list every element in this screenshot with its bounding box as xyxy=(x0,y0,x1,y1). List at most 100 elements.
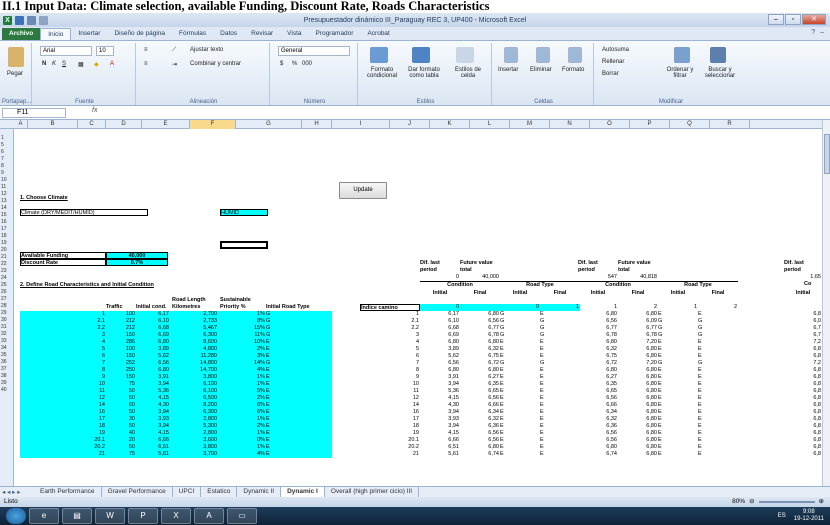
sheet-tab[interactable]: Gravel Performance xyxy=(102,487,173,497)
row-header[interactable]: 23 xyxy=(0,268,14,275)
table-cell-i1[interactable]: 6,10 xyxy=(420,318,460,325)
table-cell-t4[interactable]: G xyxy=(698,325,738,332)
row-header[interactable]: 34 xyxy=(0,345,14,352)
number-format-select[interactable]: General xyxy=(278,46,350,56)
table-cell-r[interactable]: 6,7 xyxy=(784,332,822,339)
table-cell-upci[interactable]: 4,30 xyxy=(136,402,170,409)
table-cell-i1[interactable]: 4,30 xyxy=(420,402,460,409)
table-cell-t1[interactable]: E xyxy=(500,402,540,409)
discount-input[interactable]: 0.7% xyxy=(106,259,168,266)
scroll-thumb[interactable] xyxy=(824,134,830,174)
paste-icon[interactable] xyxy=(8,47,24,67)
table-cell-t1[interactable]: E xyxy=(500,423,540,430)
table-cell-t4[interactable]: E xyxy=(698,395,738,402)
table-cell-i2[interactable]: 6,34 xyxy=(578,409,618,416)
table-cell-aadt[interactable]: 50 xyxy=(106,388,136,395)
table-cell-len[interactable]: 3,600 xyxy=(170,437,218,444)
table-cell-t1[interactable]: E xyxy=(500,353,540,360)
table-cell-t3[interactable]: G xyxy=(658,360,698,367)
sort-filter-button[interactable]: Ordenar y filtrar xyxy=(662,67,698,79)
autosum-button[interactable]: Autosuma xyxy=(602,47,629,53)
table-cell-f1[interactable]: 6,56 xyxy=(460,395,500,402)
row-header[interactable]: 29 xyxy=(0,310,14,317)
table-cell-t2[interactable]: G xyxy=(540,318,580,325)
tab-formulas[interactable]: Fórmulas xyxy=(172,28,213,40)
table-cell-t2[interactable]: E xyxy=(540,437,580,444)
tab-revisar[interactable]: Revisar xyxy=(244,28,280,40)
table-cell-t1[interactable]: G xyxy=(500,360,540,367)
table-cell-aadt[interactable]: 50 xyxy=(106,423,136,430)
table-cell-i2[interactable]: 6,80 xyxy=(578,444,618,451)
column-header-m[interactable]: M xyxy=(510,120,550,129)
table-cell-t2[interactable]: E xyxy=(540,388,580,395)
format-as-table-button[interactable]: Dar formato como tabla xyxy=(404,67,444,79)
table-cell-idx[interactable]: 8 xyxy=(360,367,420,374)
tab-acrobat[interactable]: Acrobat xyxy=(360,28,396,40)
insert-button[interactable]: Insertar xyxy=(498,67,518,73)
table-cell-i2[interactable]: 6,56 xyxy=(578,318,618,325)
table-cell-i1[interactable]: 5,36 xyxy=(420,388,460,395)
table-cell-t3[interactable]: E xyxy=(658,423,698,430)
table-cell-aadt[interactable]: 212 xyxy=(106,325,136,332)
table-cell-i1[interactable]: 6,51 xyxy=(420,444,460,451)
table-cell-t2[interactable]: E xyxy=(540,444,580,451)
minimize-button[interactable]: – xyxy=(768,14,784,25)
table-cell-len[interactable]: 6,300 xyxy=(170,409,218,416)
table-cell-len[interactable]: 8,200 xyxy=(170,402,218,409)
table-cell-id[interactable]: 1 xyxy=(20,311,106,318)
table-cell-idx[interactable]: 1 xyxy=(360,311,420,318)
table-cell-f1[interactable]: 6,75 xyxy=(460,353,500,360)
row-header[interactable]: 19 xyxy=(0,240,14,247)
row-header[interactable]: 20 xyxy=(0,247,14,254)
table-cell-id[interactable]: 10 xyxy=(20,381,106,388)
indent-icon[interactable]: ⇥ xyxy=(172,61,177,68)
table-cell-aadt[interactable]: 75 xyxy=(106,381,136,388)
table-cell-t3[interactable]: E xyxy=(658,402,698,409)
table-cell-i2[interactable]: 6,36 xyxy=(578,423,618,430)
table-cell-id[interactable]: 21 xyxy=(20,451,106,458)
table-cell-t4[interactable]: E xyxy=(698,423,738,430)
table-cell-t4[interactable]: G xyxy=(698,360,738,367)
format-cells-icon[interactable] xyxy=(568,47,582,63)
table-cell-f1[interactable]: 6,80 xyxy=(460,444,500,451)
table-cell-r[interactable]: 6,8 xyxy=(784,395,822,402)
table-cell-r[interactable]: 6,8 xyxy=(784,423,822,430)
row-header[interactable]: 40 xyxy=(0,387,14,394)
row-header[interactable]: 35 xyxy=(0,352,14,359)
table-cell-f1[interactable]: 6,66 xyxy=(460,402,500,409)
maximize-button[interactable]: ▫ xyxy=(785,14,801,25)
table-cell-id[interactable]: 14 xyxy=(20,402,106,409)
table-cell-i2[interactable]: 6,78 xyxy=(578,332,618,339)
table-cell-f2[interactable]: 6,80 xyxy=(618,437,658,444)
table-cell-t3[interactable]: G xyxy=(658,325,698,332)
fx-icon[interactable]: fx xyxy=(92,107,97,114)
column-header-o[interactable]: O xyxy=(590,120,630,129)
table-cell-i1[interactable]: 3,91 xyxy=(420,374,460,381)
window-icon[interactable]: ▭ xyxy=(227,508,257,524)
table-cell-f2[interactable]: 6,80 xyxy=(618,402,658,409)
name-box[interactable]: F11 xyxy=(2,108,66,118)
table-cell-aadt[interactable]: 30 xyxy=(106,416,136,423)
column-header-f[interactable]: F xyxy=(190,120,236,129)
table-cell-t2[interactable]: E xyxy=(540,381,580,388)
table-cell-type[interactable]: G xyxy=(266,360,332,367)
font-color-icon[interactable]: A xyxy=(110,61,114,67)
table-cell-t1[interactable]: E xyxy=(500,388,540,395)
table-cell-type[interactable]: E xyxy=(266,430,332,437)
table-cell-i2[interactable]: 6,56 xyxy=(578,437,618,444)
table-cell-idx[interactable]: 16 xyxy=(360,409,420,416)
table-cell-t2[interactable]: E xyxy=(540,402,580,409)
table-cell-aadt[interactable]: 100 xyxy=(106,311,136,318)
conditional-format-button[interactable]: Formato condicional xyxy=(362,67,402,79)
underline-button[interactable]: S xyxy=(62,61,66,67)
table-cell-f1[interactable]: 6,80 xyxy=(460,311,500,318)
table-cell-idx[interactable]: 20.1 xyxy=(360,437,420,444)
table-cell-t1[interactable]: G xyxy=(500,318,540,325)
table-cell-type[interactable]: E xyxy=(266,409,332,416)
sheet-tab[interactable]: Overall (high primer ciclo) III xyxy=(325,487,420,497)
table-cell-r[interactable]: 6,0 xyxy=(784,318,822,325)
ribbon-minimize-icon[interactable]: – xyxy=(820,29,824,36)
table-cell-i1[interactable]: 3,94 xyxy=(420,409,460,416)
table-cell-upci[interactable]: 6,51 xyxy=(136,444,170,451)
table-cell-f2[interactable]: 6,80 xyxy=(618,409,658,416)
